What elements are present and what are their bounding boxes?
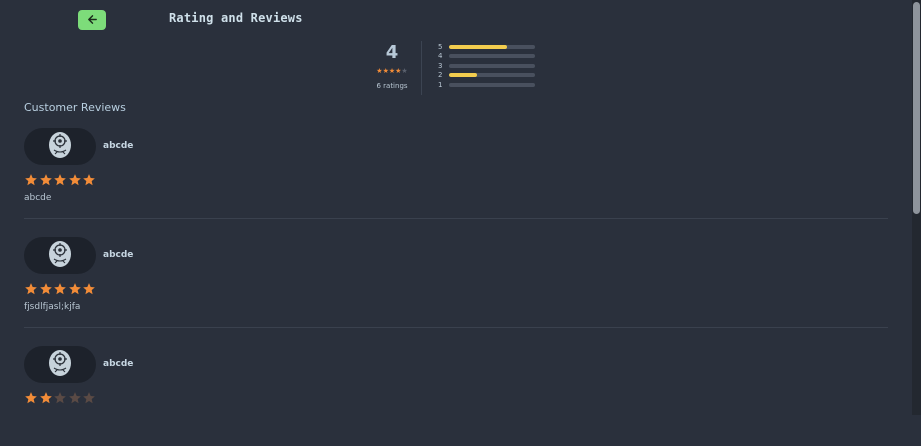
review-text: abcde [24,193,52,203]
rating-bar-label: 4 [438,52,443,61]
summary-divider [421,41,422,95]
user-avatar-chip[interactable] [24,237,96,274]
user-avatar-chip[interactable] [24,128,96,165]
star-icon [24,172,39,191]
rating-summary: 4 ★★★★★ 6 ratings [364,40,420,90]
star-icon [53,281,68,300]
user-avatar-icon [48,349,72,381]
user-avatar-chip[interactable] [24,346,96,383]
review-item: abcde abcde [24,128,888,228]
review-divider [24,218,888,219]
rating-bar-label: 2 [438,71,443,80]
star-icon [39,390,54,409]
rating-bar-track [449,54,535,59]
review-user-name: abcde [103,250,134,260]
user-avatar-icon [48,240,72,272]
rating-bar-row: 1 [438,80,535,90]
page-title: Rating and Reviews [169,11,303,25]
section-title: Customer Reviews [24,101,126,114]
star-icon [82,390,97,409]
rating-bar-label: 1 [438,80,443,89]
rating-bar-row: 2 [438,71,535,81]
rating-bar-label: 3 [438,61,443,70]
review-item: abcde fjsdlfjasl;kjfa [24,237,888,337]
star-icon [39,281,54,300]
rating-bar-row: 5 [438,42,535,52]
review-user-name: abcde [103,359,134,369]
star-icon [53,172,68,191]
star-icon [24,390,39,409]
rating-bar-track [449,44,535,49]
rating-bar-row: 3 [438,61,535,71]
star-icon [68,172,83,191]
review-user-name: abcde [103,141,134,151]
star-icon [82,281,97,300]
average-stars: ★★★★★ [364,66,420,76]
rating-bar-track [449,82,535,87]
arrow-left-icon [87,13,98,28]
rating-bar-row: 4 [438,52,535,62]
star-icon [24,281,39,300]
user-avatar-icon [48,131,72,163]
rating-bar-fill [449,73,478,78]
ratings-count: 6 ratings [376,82,408,90]
star-icon [53,390,68,409]
star-icon [39,172,54,191]
rating-distribution: 54321 [438,42,535,90]
review-stars [24,172,97,191]
review-stars [24,390,97,409]
star-icon [82,172,97,191]
scrollbar-thumb[interactable] [913,2,920,214]
review-stars [24,281,97,300]
rating-bar-track [449,73,535,78]
rating-bar-label: 5 [438,42,443,51]
rating-bar-track [449,63,535,68]
average-rating: 4 [385,42,399,63]
review-divider [24,327,888,328]
back-button[interactable] [78,10,106,30]
star-icon [68,281,83,300]
star-icon [68,390,83,409]
rating-bar-fill [449,44,507,49]
scrollbar[interactable] [912,0,921,415]
review-text: fjsdlfjasl;kjfa [24,302,81,312]
review-item: abcde [24,346,888,446]
star-icon: ★ [401,67,408,75]
